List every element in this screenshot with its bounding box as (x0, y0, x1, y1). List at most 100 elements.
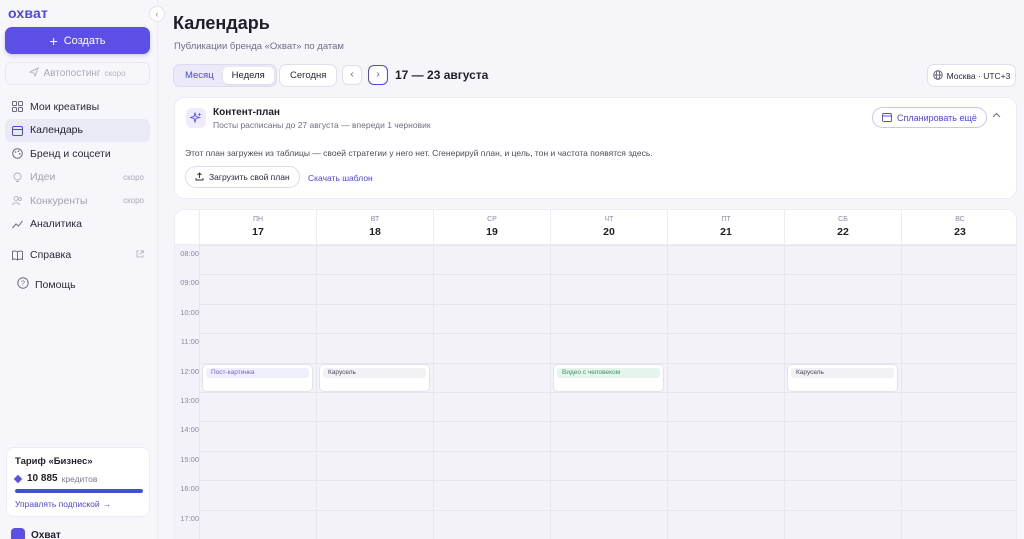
view-toggle: Месяц Неделя (173, 64, 277, 87)
hour-label: 12:00 (180, 366, 199, 376)
plus-icon: + (49, 32, 58, 49)
sidebar-item-brand[interactable]: Бренд и соцсети (5, 142, 150, 165)
day-of-week: вс (955, 216, 965, 223)
hour-label: 08:00 (180, 249, 199, 258)
sidebar-item-competitors[interactable]: Конкуренты скоро (5, 189, 150, 212)
content-plan-subtitle: Посты расписаны до 27 августа — впереди … (213, 120, 431, 130)
manage-subscription-label: Управлять подпиской (15, 499, 100, 509)
org-avatar (11, 528, 25, 539)
credits-unit: кредитов (61, 473, 98, 484)
hour-row[interactable] (199, 303, 1016, 333)
book-icon (11, 249, 23, 261)
collapse-sidebar-button[interactable]: ‹ (149, 6, 165, 22)
day-of-week: пн (252, 216, 264, 223)
sidebar-nav: Мои креативы Календарь Бренд и соцсети И… (5, 95, 150, 267)
day-of-week: вт (370, 216, 380, 223)
calendar-event[interactable]: Карусель (319, 363, 430, 392)
hour-label: 09:00 (180, 278, 199, 288)
upload-plan-button[interactable]: Загрузить свой план (185, 166, 300, 188)
day-of-week: пт (721, 216, 731, 223)
download-template-link[interactable]: Скачать шаблон (308, 173, 373, 183)
next-week-button[interactable]: › (368, 65, 388, 85)
sidebar-item-label: Конкуренты (30, 194, 88, 207)
tab-month[interactable]: Месяц (176, 67, 223, 84)
hour-row[interactable] (199, 450, 1016, 480)
hour-label: 10:00 (180, 307, 199, 317)
prev-week-button[interactable]: ‹ (342, 65, 362, 85)
external-link-icon (136, 250, 144, 260)
day-number: 18 (369, 226, 381, 238)
event-meta-placeholder (557, 381, 660, 384)
org-switcher[interactable]: Охват (11, 528, 61, 539)
day-header: ср 19 (433, 210, 550, 245)
sidebar-item-creatives[interactable]: Мои креативы (5, 95, 150, 118)
chart-icon (11, 218, 23, 230)
content-plan-card: Контент-план Посты расписаны до 27 авгус… (174, 97, 1017, 199)
svg-text:?: ? (21, 281, 25, 288)
sidebar-item-analytics[interactable]: Аналитика (5, 213, 150, 236)
calendar-event[interactable]: Видео с человеком (553, 363, 664, 392)
brand-logo[interactable]: охват (8, 5, 48, 21)
content-plan-title: Контент-план (213, 107, 280, 118)
week-calendar: пн 17 вт 18 ср 19 чт 20 пт 21 сб 22 вс 23 08:00 09:00 1… (174, 209, 1017, 539)
palette-icon (11, 148, 23, 160)
hour-row[interactable] (199, 509, 1016, 539)
day-header: пн 17 (199, 210, 316, 245)
hour-row[interactable] (199, 392, 1016, 421)
manage-subscription-link[interactable]: Управлять подпиской → (15, 499, 141, 509)
lightbulb-icon (11, 171, 23, 183)
day-of-week: сб (838, 216, 848, 223)
chevron-up-icon (992, 110, 1001, 121)
hour-row[interactable] (199, 245, 1016, 274)
plan-more-label: Спланировать ещё (897, 112, 977, 123)
hour-row[interactable] (199, 333, 1016, 362)
collapse-content-plan-button[interactable] (992, 110, 1001, 121)
sidebar-item-label: Мои креативы (30, 100, 100, 113)
hour-row[interactable] (199, 274, 1016, 303)
create-button[interactable]: + Создать (5, 27, 150, 54)
day-number: 19 (486, 226, 498, 238)
day-number: 22 (837, 226, 849, 238)
timezone-button[interactable]: Москва · UTC+3 (927, 64, 1016, 87)
calendar-event[interactable]: Карусель (787, 363, 898, 392)
credits-balance: 10 885 кредитов (13, 473, 141, 484)
day-header: чт 20 (550, 210, 667, 245)
sidebar-item-calendar[interactable]: Календарь (5, 118, 150, 142)
sidebar-item-ideas[interactable]: Идеи скоро (5, 166, 150, 189)
day-header: сб 22 (784, 210, 901, 245)
sidebar: охват + Создать Автопостинг скоро Мои кр… (0, 0, 158, 539)
day-header: пт 21 (667, 210, 784, 245)
chevron-right-icon: › (376, 69, 380, 80)
sidebar-item-reference[interactable]: Справка (5, 244, 150, 267)
paper-plane-icon (29, 66, 40, 80)
globe-icon (932, 69, 943, 82)
hour-label: 15:00 (180, 454, 199, 464)
tab-week[interactable]: Неделя (222, 67, 274, 84)
hour-label: 13:00 (180, 396, 199, 405)
hour-label: 14:00 (180, 425, 199, 435)
event-type-label: Карусель (323, 367, 426, 378)
people-icon (11, 195, 23, 207)
chevron-left-icon: ‹ (155, 9, 159, 19)
day-number: 17 (252, 226, 264, 238)
autoposting-button[interactable]: Автопостинг скоро (5, 62, 150, 85)
day-of-week: ср (487, 216, 497, 223)
subscription-card: Тариф «Бизнес» 10 885 кредитов Управлять… (6, 447, 150, 517)
autoposting-soon-badge: скоро (104, 69, 126, 78)
soon-badge: скоро (123, 172, 144, 182)
soon-badge: скоро (123, 196, 144, 206)
sparkles-icon (186, 108, 206, 128)
day-header: вс 23 (901, 210, 1016, 245)
calendar-event[interactable]: Пост-картинка (202, 363, 313, 392)
org-name: Охват (31, 529, 61, 539)
hour-row[interactable] (199, 421, 1016, 450)
calendar-header: пн 17 вт 18 ср 19 чт 20 пт 21 сб 22 вс 23 (175, 210, 1016, 245)
event-type-label: Пост-картинка (206, 367, 309, 378)
help-button[interactable]: ? Помощь (17, 277, 76, 292)
today-button[interactable]: Сегодня (279, 64, 338, 87)
event-type-label: Видео с человеком (557, 367, 660, 378)
hour-row[interactable] (199, 480, 1016, 509)
diamond-icon (13, 474, 23, 483)
plan-more-button[interactable]: Спланировать ещё (872, 107, 987, 128)
upload-icon (195, 171, 204, 183)
